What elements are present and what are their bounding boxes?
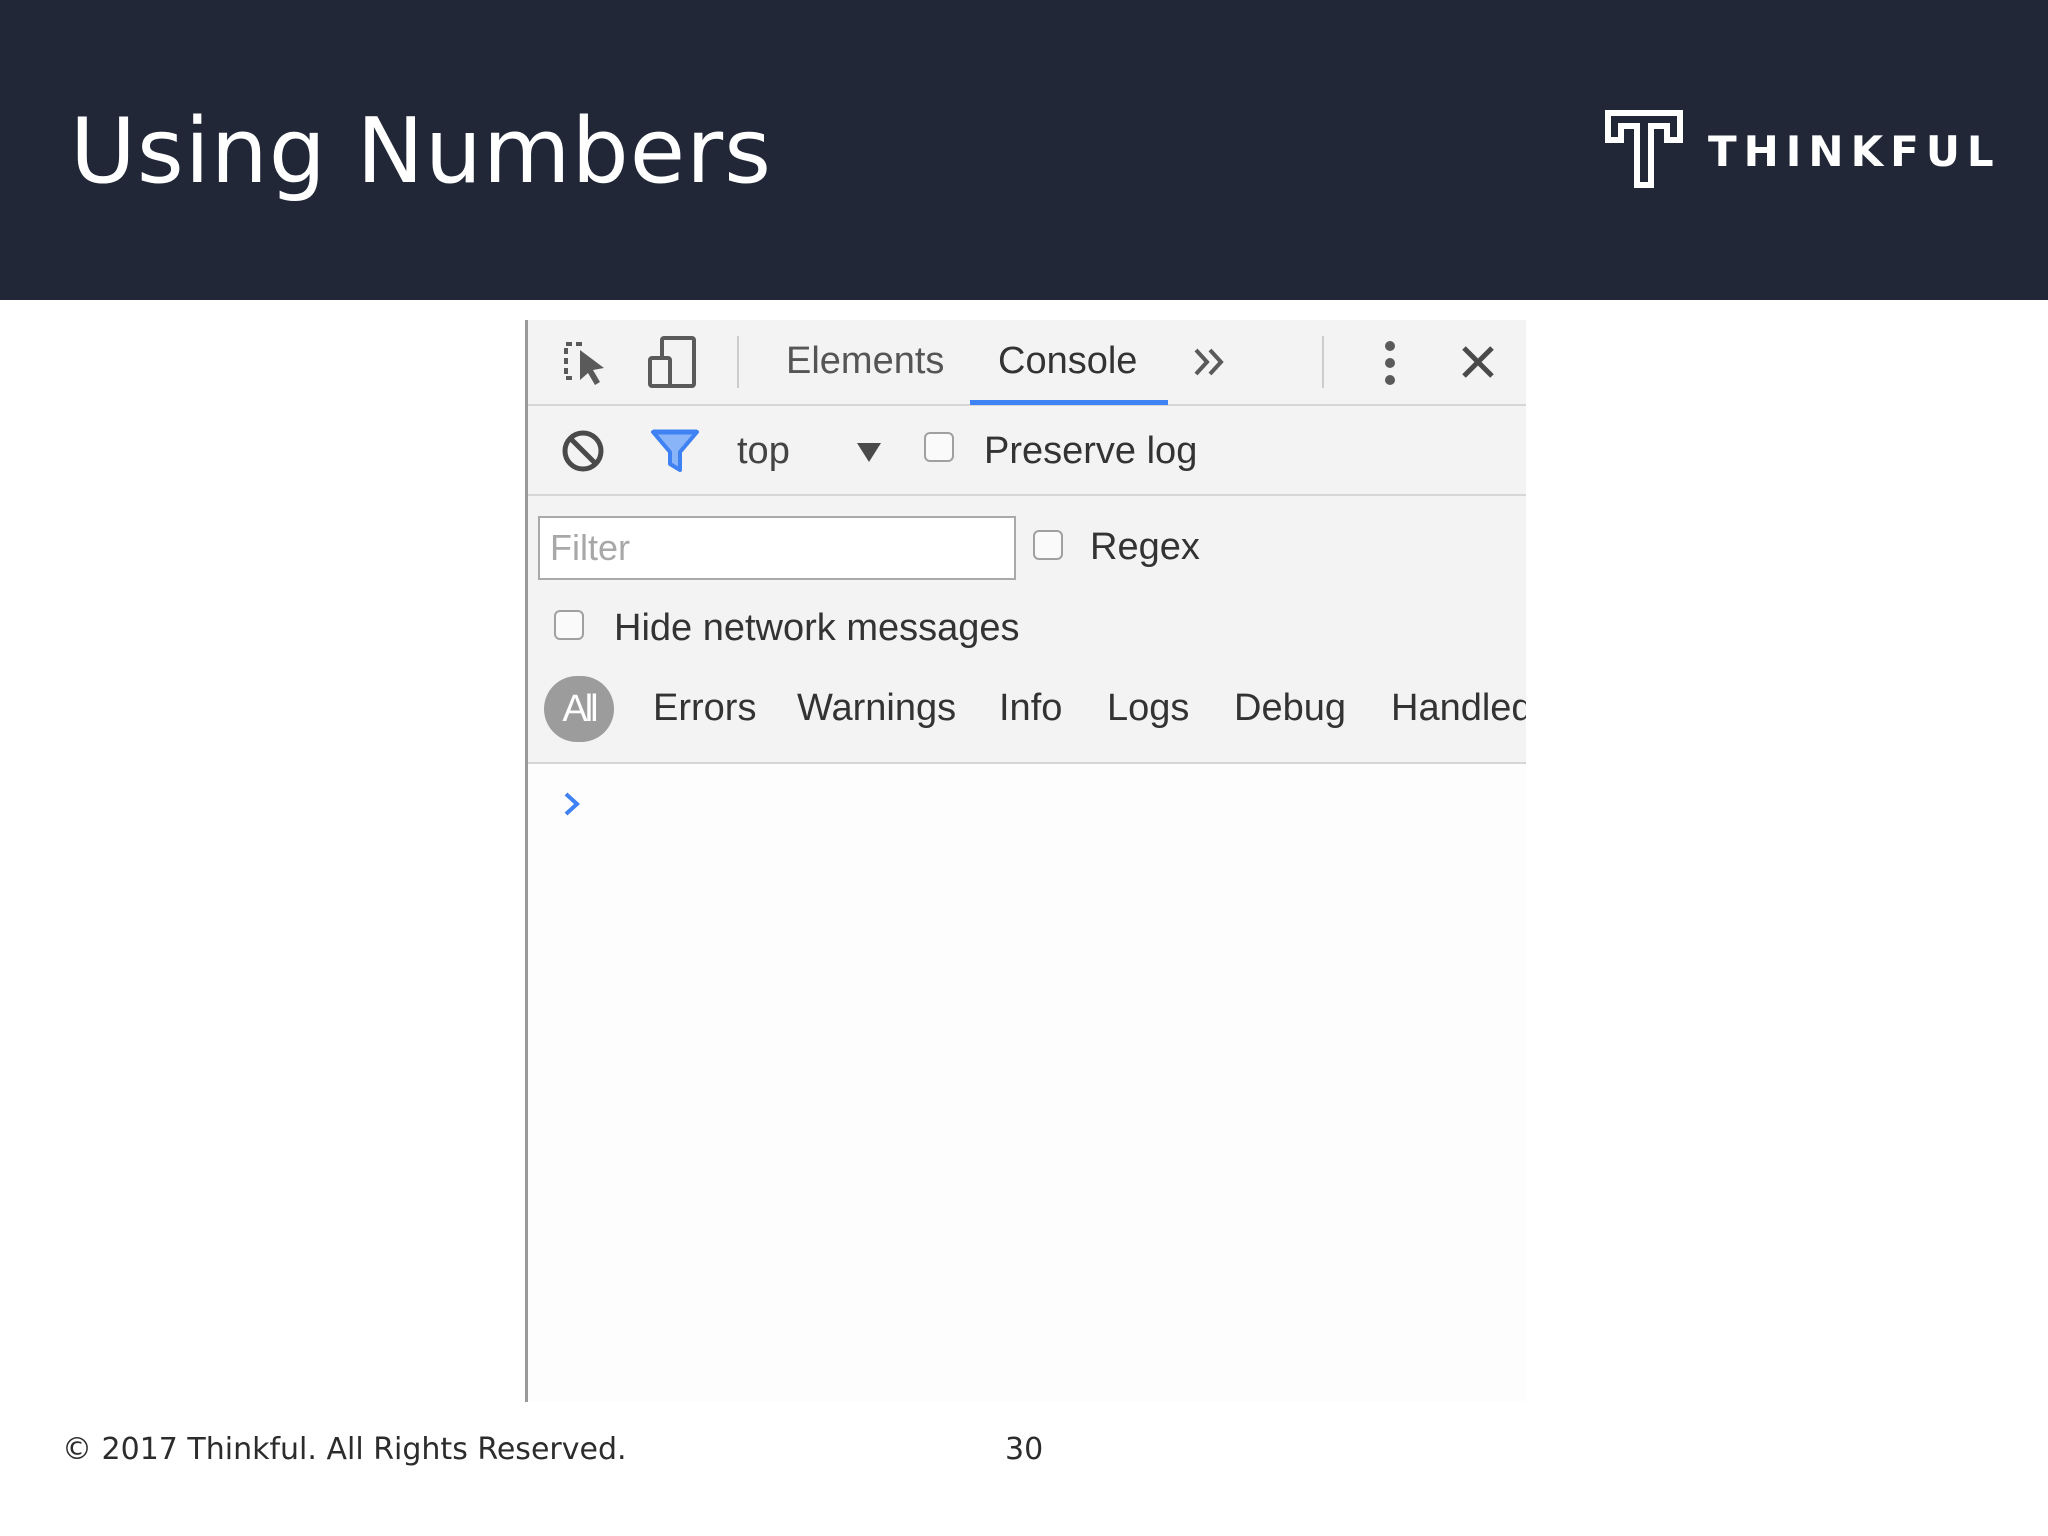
brand-name: THINKFUL (1708, 127, 2001, 176)
regex-label: Regex (1090, 526, 1200, 568)
hide-network-label: Hide network messages (614, 607, 1020, 649)
device-toolbar-icon[interactable] (646, 334, 702, 390)
filter-icon[interactable] (650, 428, 700, 474)
chevron-down-icon[interactable] (854, 440, 884, 464)
slide-title: Using Numbers (70, 99, 772, 204)
toolbar-divider (1322, 336, 1324, 388)
filter-input[interactable] (538, 516, 1016, 580)
hide-network-checkbox[interactable] (554, 610, 584, 640)
preserve-log-label: Preserve log (984, 430, 1198, 472)
tab-elements[interactable]: Elements (786, 336, 944, 386)
level-warnings-button[interactable]: Warnings (797, 683, 956, 733)
kebab-menu-icon[interactable] (1380, 338, 1400, 388)
level-debug-button[interactable]: Debug (1234, 683, 1346, 733)
console-output[interactable] (528, 764, 1526, 1402)
regex-checkbox[interactable] (1033, 530, 1063, 560)
context-selector[interactable]: top (737, 426, 790, 476)
tab-console[interactable]: Console (998, 336, 1137, 386)
thinkful-logo-icon (1605, 110, 1683, 188)
close-icon[interactable] (1460, 344, 1496, 380)
console-prompt-icon (564, 792, 580, 816)
preserve-log-checkbox[interactable] (924, 432, 954, 462)
devtools-tab-bar: Elements Console (528, 320, 1526, 406)
devtools-panel: Elements Console top Preserve log Filter… (525, 320, 1526, 1402)
level-info-button[interactable]: Info (999, 683, 1062, 733)
active-tab-indicator (970, 400, 1168, 405)
more-tabs-icon[interactable] (1192, 346, 1228, 378)
level-errors-button[interactable]: Errors (653, 683, 756, 733)
footer-copyright: © 2017 Thinkful. All Rights Reserved. (62, 1432, 627, 1467)
level-all-button[interactable]: All (544, 676, 614, 742)
level-handled-button[interactable]: Handled (1391, 683, 1526, 733)
inspect-element-icon[interactable] (560, 338, 610, 388)
toolbar-divider (737, 336, 739, 388)
slide-header: Using Numbers THINKFUL (0, 0, 2048, 300)
page-number: 30 (1005, 1432, 1044, 1467)
level-logs-button[interactable]: Logs (1107, 683, 1189, 733)
console-toolbar: top Preserve log (528, 406, 1526, 496)
clear-console-icon[interactable] (560, 428, 606, 474)
